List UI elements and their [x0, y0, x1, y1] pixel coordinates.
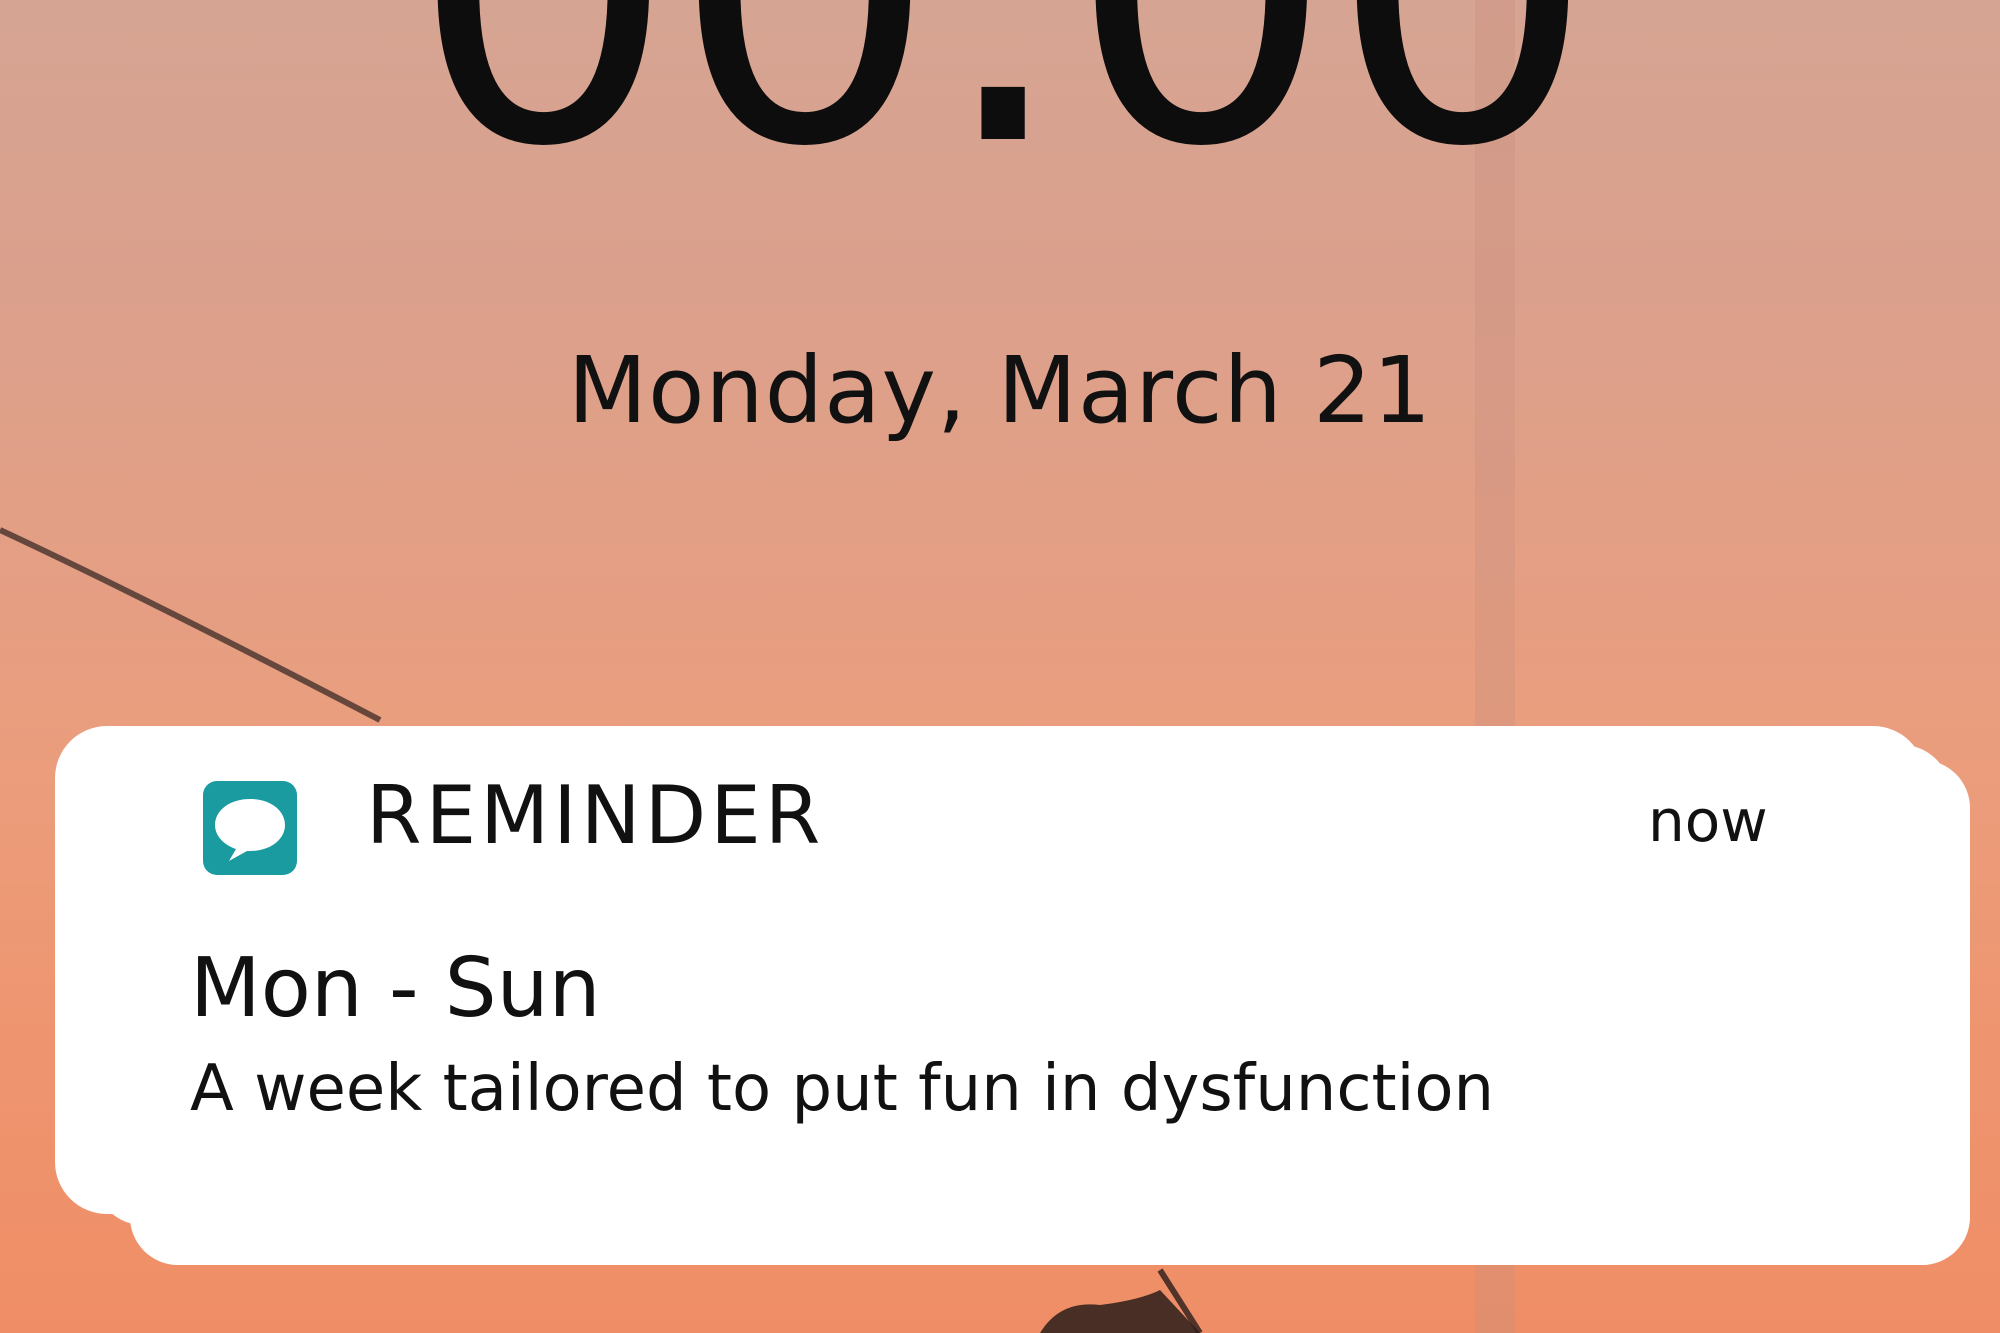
- notification-app-name: REMINDER: [366, 769, 825, 862]
- lockscreen-clock: 00:00: [0, 0, 2000, 205]
- notification-timestamp: now: [1648, 787, 1768, 855]
- notification-body: A week tailored to put fun in dysfunctio…: [190, 1052, 1495, 1126]
- notification-title: Mon - Sun: [190, 941, 601, 1036]
- lockscreen-date: Monday, March 21: [567, 337, 1433, 444]
- chat-bubble-icon: [203, 781, 297, 875]
